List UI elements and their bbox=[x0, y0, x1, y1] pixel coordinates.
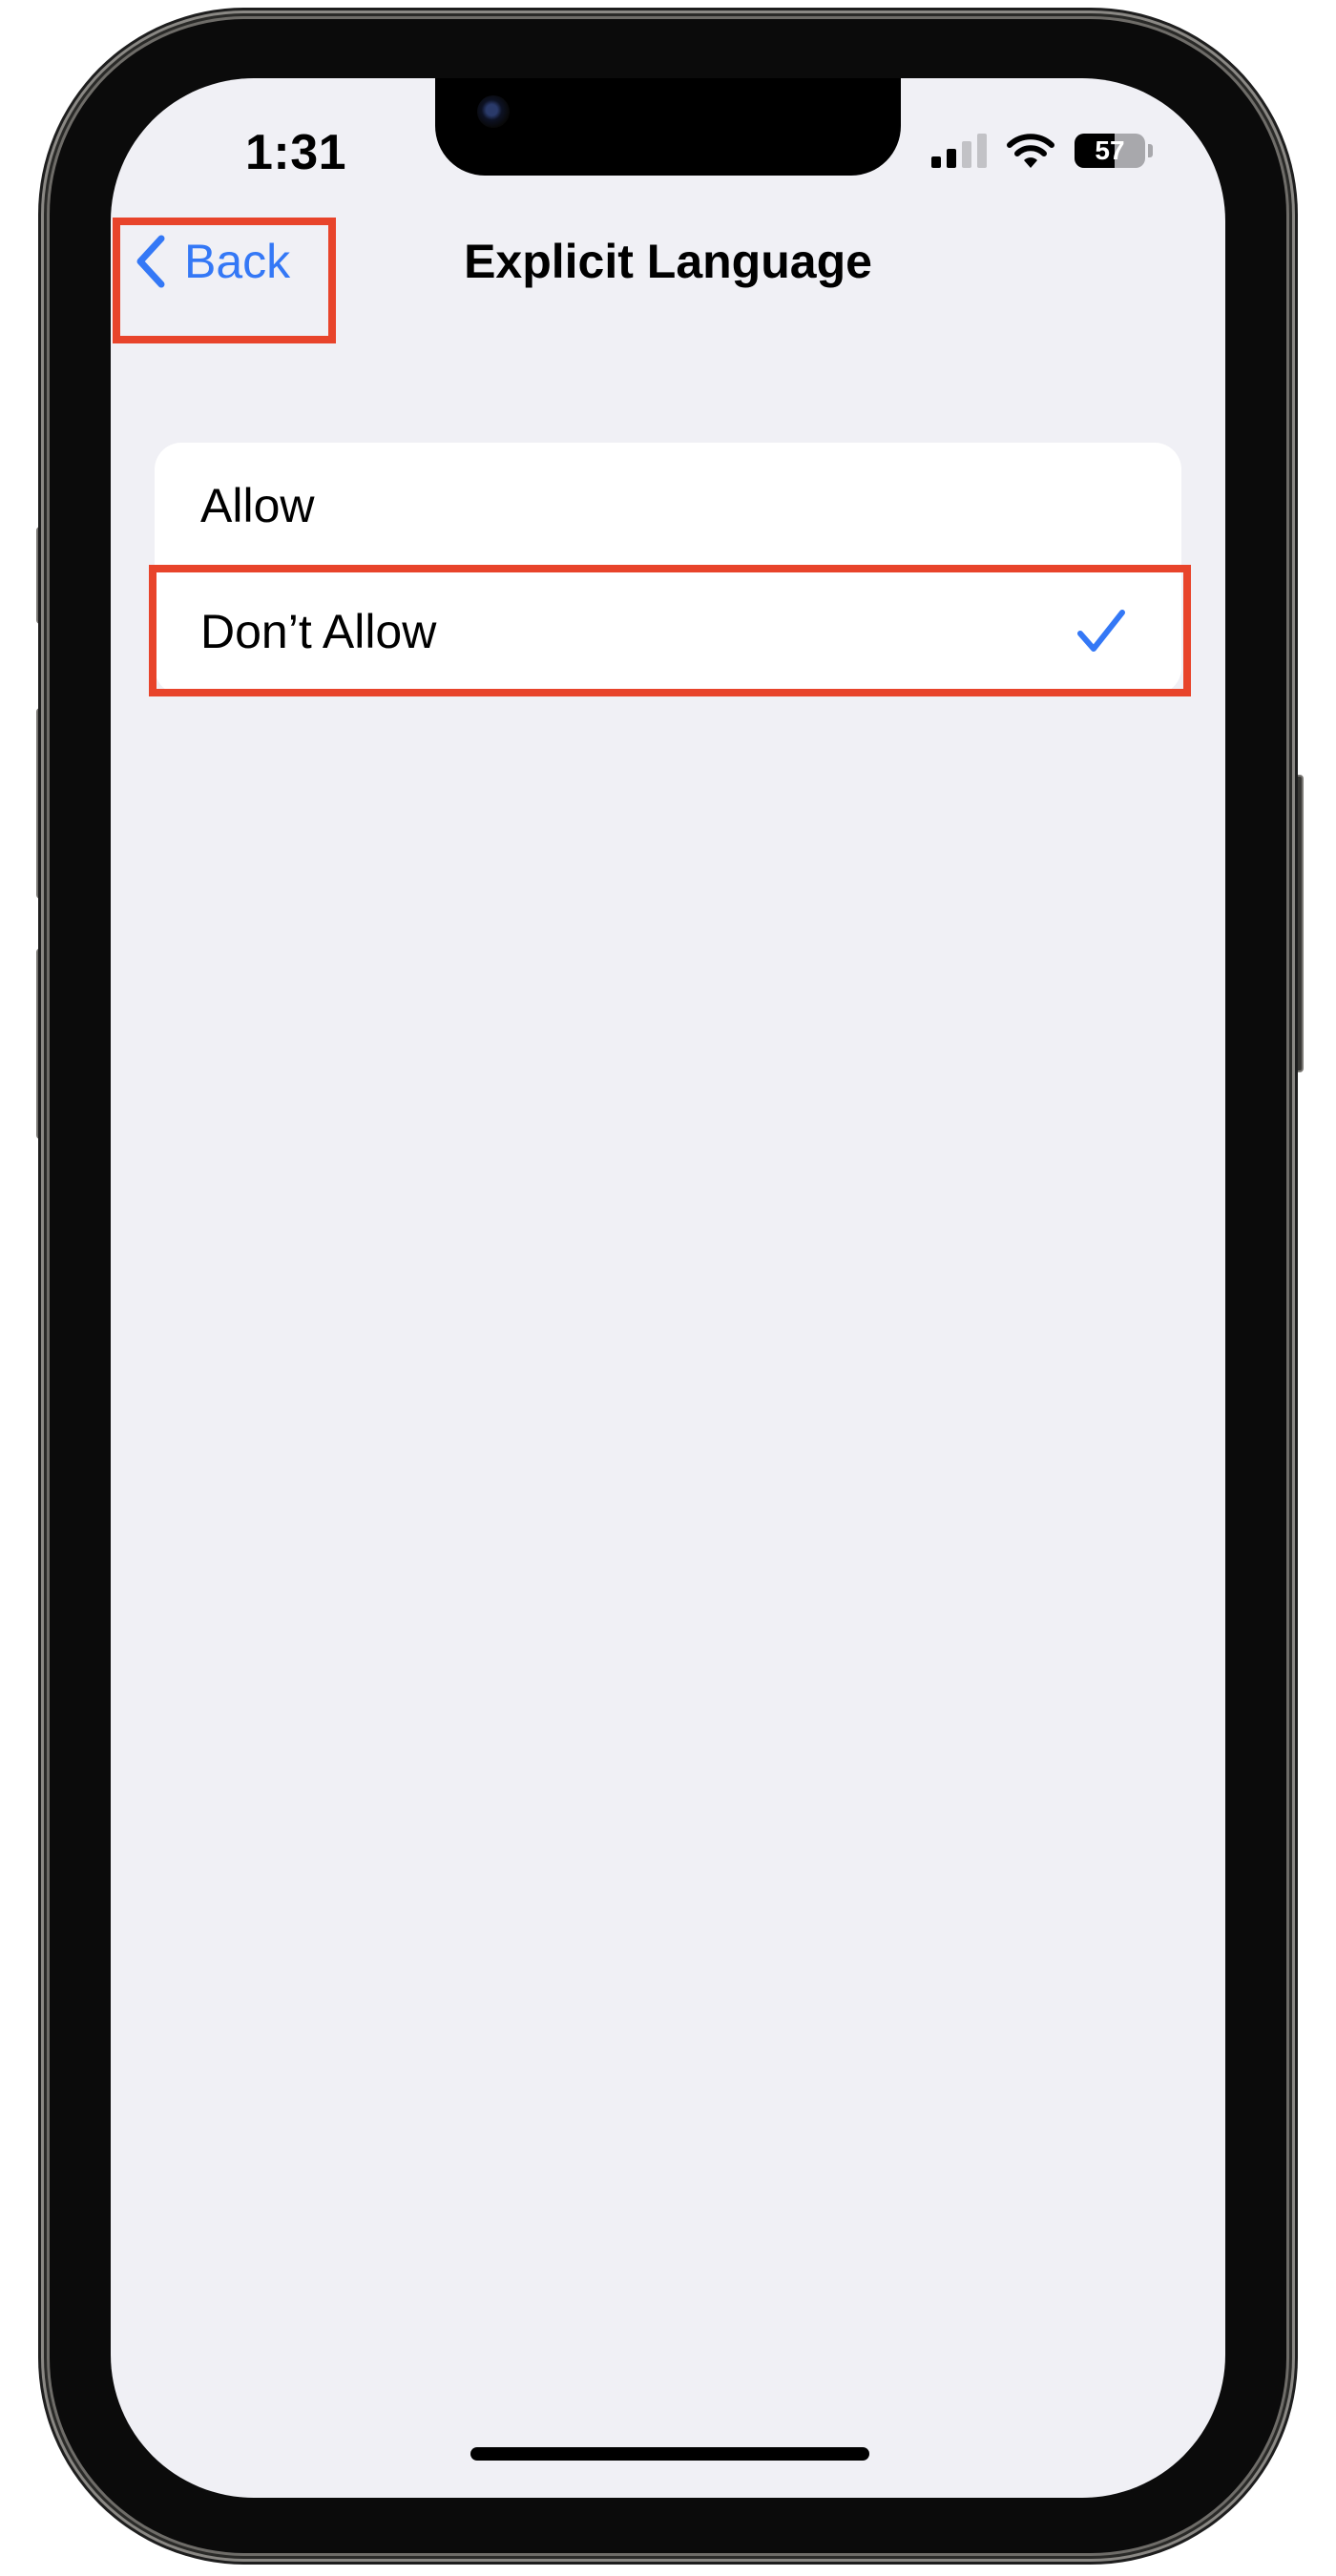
screen: 1:31 57 Explicit Language Back Allow Don… bbox=[111, 78, 1225, 2498]
phone-frame: 1:31 57 Explicit Language Back Allow Don… bbox=[50, 19, 1286, 2553]
battery-percentage: 57 bbox=[1095, 135, 1125, 165]
notch bbox=[435, 78, 901, 176]
home-indicator[interactable] bbox=[470, 2447, 869, 2461]
back-button[interactable]: Back bbox=[130, 223, 321, 300]
volume-down-button bbox=[36, 948, 50, 1139]
option-dont-allow[interactable]: Don’t Allow bbox=[155, 569, 1181, 695]
power-button bbox=[1290, 775, 1304, 1072]
chevron-left-icon bbox=[136, 235, 165, 288]
cellular-signal-icon bbox=[931, 134, 987, 168]
page: 1:31 57 Explicit Language Back Allow Don… bbox=[0, 0, 1336, 2576]
battery-icon: 57 bbox=[1075, 132, 1155, 170]
volume-up-button bbox=[36, 708, 50, 899]
option-label: Allow bbox=[200, 479, 315, 532]
back-label: Back bbox=[184, 235, 291, 288]
option-label: Don’t Allow bbox=[200, 605, 437, 658]
option-allow[interactable]: Allow bbox=[155, 443, 1181, 570]
status-icons: 57 bbox=[931, 132, 1155, 170]
options-list: Allow Don’t Allow bbox=[155, 443, 1181, 695]
checkmark-icon bbox=[1077, 610, 1125, 652]
wifi-icon bbox=[1007, 134, 1054, 168]
front-camera bbox=[477, 95, 510, 128]
silent-switch bbox=[36, 527, 50, 624]
status-time: 1:31 bbox=[245, 125, 347, 180]
